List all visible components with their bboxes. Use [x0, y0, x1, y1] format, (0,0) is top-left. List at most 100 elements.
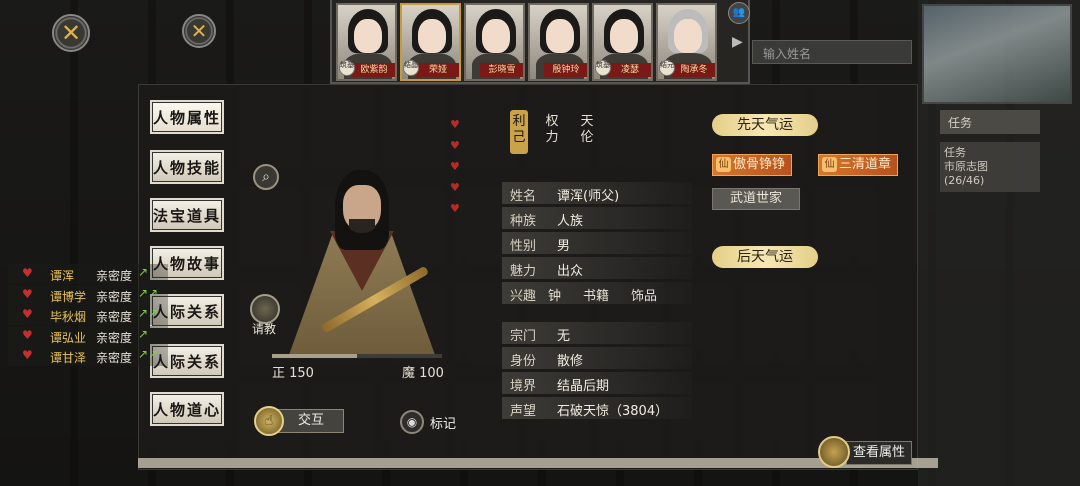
character-figure [275, 165, 445, 355]
hobby-item: 书籍 [583, 289, 610, 304]
character-icon[interactable] [818, 436, 850, 468]
affinity-row[interactable]: ♥ 谭甘泽 亲密度 ↗↗ [8, 346, 168, 366]
portrait-name: 殷钟玲 [544, 63, 587, 77]
realm-seal-icon: 筑基 [339, 60, 355, 76]
trend-up-icon: ↗↗ [138, 347, 159, 361]
demonic-value: 魔 100 [402, 366, 444, 381]
mark-button[interactable]: ◉ 标记 [400, 410, 466, 434]
character-portrait[interactable]: 殷钟玲 [528, 3, 589, 81]
vtab-line: 力 [545, 130, 559, 145]
affinity-label: 亲密度 [96, 330, 133, 345]
character-portrait[interactable]: 凌瑟 筑基 [592, 3, 653, 81]
tab-2[interactable]: 法宝道具 [150, 198, 224, 232]
affinity-row[interactable]: ♥ 谭浑 亲密度 ↗ [8, 264, 168, 284]
affinity-label: 亲密度 [96, 269, 133, 283]
affinity-label: 亲密度 [96, 351, 133, 365]
info-row-identity: 身份 散修 [502, 347, 692, 369]
view-attributes-button[interactable]: 查看属性 [818, 436, 912, 468]
portrait-name: 荣娅 [416, 63, 459, 77]
vtab-1[interactable]: 权力 [543, 110, 561, 154]
trend-up-icon: ↗ [138, 265, 149, 279]
innate-fortune-1[interactable]: 仙 傲骨铮铮 [712, 154, 793, 176]
morality-bar [272, 354, 442, 358]
task-info-text: 任务 市原志图 (26/46) [940, 142, 1040, 192]
interact-label[interactable]: 交互 [278, 409, 344, 433]
close-icon-secondary[interactable]: ✕ [182, 14, 216, 48]
innate-fortune-3[interactable]: 武道世家 [712, 188, 800, 210]
heart-icon: ♥ [450, 181, 460, 194]
vtab-line: 己 [512, 130, 526, 145]
innate-fortune-2-label: 三清道章 [839, 157, 892, 172]
heart-icon: ♥ [22, 307, 33, 321]
minimap[interactable] [922, 4, 1072, 104]
info-row-race: 种族 人族 [502, 207, 692, 229]
realm-seal-icon: 筑基 [595, 60, 611, 76]
view-attributes-label[interactable]: 查看属性 [846, 441, 912, 465]
character-portrait[interactable]: 陶承冬 结元 [656, 3, 717, 81]
trend-up-icon: ↗↗ [138, 285, 159, 300]
affinity-list: ♥ 谭浑 亲密度 ↗ ♥ 谭博学 亲密度 ↗↗ ♥ 毕秋烟 亲密度 ↗↗ ♥ 谭弘业 亲密度 ↗ ♥ 谭甘泽 亲密度… [8, 264, 168, 367]
info-row-hobby: 兴趣 钟书籍 饰品 [502, 282, 692, 304]
tab-0[interactable]: 人物属性 [150, 100, 224, 134]
hobby-item: 饰品 [631, 289, 658, 304]
affinity-name: 谭博学 [50, 289, 87, 304]
favor-hearts: ♥ ♥ ♥ ♥ ♥ [450, 118, 462, 223]
acquired-fortune-title: 后天气运 [712, 246, 818, 268]
eye-icon[interactable]: ◉ [400, 410, 424, 434]
affinity-row[interactable]: ♥ 谭博学 亲密度 ↗↗ [8, 284, 168, 305]
strip-next-icon[interactable]: ▶ [732, 34, 743, 50]
mark-label[interactable]: 标记 [430, 413, 456, 432]
realm-seal-icon: 结晶 [403, 60, 419, 76]
vtab-2[interactable]: 天伦 [578, 110, 596, 154]
immortal-icon: 仙 [822, 157, 837, 172]
affinity-name: 毕秋烟 [50, 310, 87, 324]
heart-icon: ♥ [450, 118, 460, 131]
vtab-0[interactable]: 利己 [510, 110, 528, 154]
party-icon[interactable]: 👥 [728, 2, 750, 24]
righteous-value: 正 150 [272, 366, 314, 381]
trend-up-icon: ↗ [138, 326, 149, 341]
hobby-item: 钟 [548, 289, 562, 304]
info-row-name: 姓名 谭浑(师父) [502, 182, 692, 204]
info-row-gender: 性别男 [502, 232, 692, 254]
character-portrait[interactable]: 荣娅 结晶 [400, 3, 461, 81]
ask-label[interactable]: 请教 [252, 320, 276, 337]
character-portrait[interactable]: 欧紫韵 筑基 [336, 3, 397, 81]
affinity-label: 亲密度 [96, 310, 133, 324]
heart-icon: ♥ [22, 327, 33, 342]
heart-icon: ♥ [22, 266, 33, 280]
heart-icon: ♥ [450, 160, 460, 173]
heart-icon: ♥ [22, 348, 33, 362]
close-icon[interactable]: ✕ [52, 14, 90, 52]
vtab-line: 利 [512, 114, 526, 129]
affinity-row[interactable]: ♥ 毕秋烟 亲密度 ↗↗ [8, 305, 168, 325]
affinity-name: 谭浑 [50, 269, 75, 283]
innate-fortune-title: 先天气运 [712, 114, 818, 136]
tab-6[interactable]: 人物道心 [150, 392, 224, 426]
immortal-icon: 仙 [716, 157, 731, 172]
affinity-row[interactable]: ♥ 谭弘业 亲密度 ↗ [8, 325, 168, 346]
vtab-line: 天 [580, 114, 594, 129]
trend-up-icon: ↗↗ [138, 306, 159, 320]
info-row-charm: 魅力 出众 [502, 257, 692, 279]
search-input[interactable]: 输入姓名 [752, 40, 912, 64]
info-row-sect: 宗门无 [502, 322, 692, 344]
affinity-name: 谭甘泽 [50, 351, 87, 365]
vtab-line: 权 [545, 114, 559, 129]
task-button[interactable]: 任务 [940, 110, 1040, 134]
interact-button[interactable]: 交互 ☝ [254, 406, 344, 436]
info-row-reputation: 声望 石破天惊（3804） [502, 397, 692, 419]
character-portrait[interactable]: 彭晓雪 [464, 3, 525, 81]
vtab-line: 伦 [580, 130, 594, 145]
heart-icon: ♥ [450, 202, 460, 215]
tab-1[interactable]: 人物技能 [150, 150, 224, 184]
character-portrait-strip: 欧紫韵 筑基 荣娅 结晶 彭晓雪 殷钟玲 凌瑟 筑基 陶承冬 结元 [330, 0, 750, 84]
hand-icon[interactable]: ☝ [254, 406, 284, 436]
innate-fortune-2[interactable]: 仙 三清道章 [818, 154, 899, 176]
portrait-name: 陶承冬 [672, 63, 715, 77]
portrait-name: 凌瑟 [608, 63, 651, 77]
affinity-name: 谭弘业 [50, 330, 87, 345]
innate-fortune-1-label: 傲骨铮铮 [733, 157, 786, 172]
heart-icon: ♥ [22, 286, 33, 301]
heart-icon: ♥ [450, 139, 460, 152]
